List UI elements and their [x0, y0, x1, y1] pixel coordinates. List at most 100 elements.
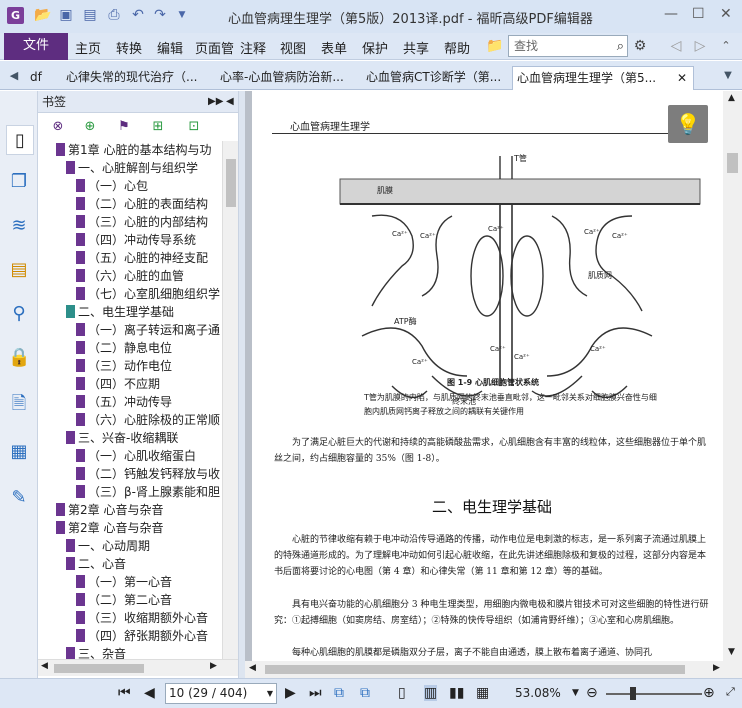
- first-page-icon[interactable]: ⏮: [118, 685, 131, 701]
- scroll-right-icon[interactable]: ▶: [713, 663, 720, 673]
- menu-view[interactable]: 视图: [280, 38, 306, 57]
- scroll-right-icon[interactable]: ▶: [210, 661, 217, 671]
- scroll-up-icon[interactable]: ▲: [728, 93, 735, 103]
- continuous-facing-view-icon[interactable]: ▦: [476, 685, 489, 701]
- menu-protect[interactable]: 保护: [362, 38, 388, 57]
- zoom-dropdown-icon[interactable]: ▼: [572, 688, 579, 698]
- document-vertical-scrollbar[interactable]: ▲ ▼: [723, 91, 742, 661]
- menu-page-manage[interactable]: 页面管: [195, 38, 237, 57]
- search-input[interactable]: 查找 ⌕: [508, 35, 628, 57]
- next-page-icon[interactable]: ▶: [285, 685, 296, 701]
- bookmark-horizontal-scrollbar[interactable]: ◀ ▶: [38, 659, 238, 676]
- bookmark-item[interactable]: （四）不应期: [38, 375, 222, 393]
- bookmark-item[interactable]: （六）心脏的血管: [38, 267, 222, 285]
- bookmark-item[interactable]: 三、杂音: [38, 645, 222, 659]
- settings-gear-icon[interactable]: ⚙: [632, 38, 648, 54]
- open-folder-icon[interactable]: 📂: [34, 7, 51, 23]
- bookmark-item[interactable]: 二、心音: [38, 555, 222, 573]
- bookmark-item[interactable]: 一、心动周期: [38, 537, 222, 555]
- document-properties-icon[interactable]: 🗎: [8, 393, 30, 415]
- security-lock-icon[interactable]: 🔒: [8, 347, 30, 369]
- bookmark-item[interactable]: 第1章 心脏的基本结构与功: [38, 141, 222, 159]
- bookmark-expand-icon[interactable]: ⊡: [186, 119, 202, 135]
- bookmark-item[interactable]: 三、兴奋-收缩耦联: [38, 429, 222, 447]
- customize-dropdown-icon[interactable]: ▼: [174, 7, 190, 23]
- menu-comment[interactable]: 注释: [240, 38, 266, 57]
- tab-document-3[interactable]: 心率-心血管病防治新...: [216, 66, 358, 90]
- menu-edit[interactable]: 编辑: [157, 38, 183, 57]
- scrollbar-thumb[interactable]: [54, 664, 144, 673]
- app-logo-icon[interactable]: G: [7, 7, 24, 24]
- layers-icon[interactable]: ≋: [8, 215, 30, 237]
- zoom-slider-knob[interactable]: [630, 687, 636, 700]
- bookmark-item[interactable]: （六）心脏除极的正常顺: [38, 411, 222, 429]
- file-menu-button[interactable]: 文件: [4, 33, 68, 60]
- redo-icon[interactable]: ↷: [152, 7, 168, 23]
- bookmark-item[interactable]: 第2章 心音与杂音: [38, 501, 222, 519]
- page-dropdown-icon[interactable]: ▼: [267, 684, 273, 703]
- menu-home[interactable]: 主页: [75, 38, 101, 57]
- nav-forward-icon[interactable]: ▷: [692, 38, 708, 54]
- bookmark-item[interactable]: （四）冲动传导系统: [38, 231, 222, 249]
- bookmark-item[interactable]: （二）钙触发钙释放与收: [38, 465, 222, 483]
- bookmark-item[interactable]: （五）冲动传导: [38, 393, 222, 411]
- minimize-button[interactable]: —: [664, 6, 678, 22]
- previous-page-icon[interactable]: ◀: [144, 685, 155, 701]
- bookmark-item[interactable]: 二、电生理学基础: [38, 303, 222, 321]
- previous-view-icon[interactable]: ⧉: [334, 685, 344, 701]
- bookmark-item[interactable]: （一）心包: [38, 177, 222, 195]
- tab-close-icon[interactable]: ✕: [677, 67, 687, 89]
- search-icon[interactable]: ⌕: [617, 37, 624, 57]
- bookmark-item[interactable]: （二）静息电位: [38, 339, 222, 357]
- bookmark-item[interactable]: （五）心脏的神经支配: [38, 249, 222, 267]
- undo-icon[interactable]: ↶: [130, 7, 146, 23]
- bookmark-item[interactable]: （三）收缩期额外心音: [38, 609, 222, 627]
- panel-collapse-icon[interactable]: ◀: [226, 91, 234, 113]
- print-icon[interactable]: ⎙: [106, 7, 122, 23]
- new-child-bookmark-icon[interactable]: ⊞: [150, 119, 166, 135]
- next-view-icon[interactable]: ⧉: [360, 685, 370, 701]
- tools-icon[interactable]: ✎: [8, 487, 30, 509]
- bookmark-item[interactable]: 一、心脏解剖与组织学: [38, 159, 222, 177]
- maximize-button[interactable]: ☐: [692, 6, 705, 22]
- fullscreen-icon[interactable]: ⤢: [726, 685, 735, 699]
- bookmark-item[interactable]: （一）心肌收缩蛋白: [38, 447, 222, 465]
- zoom-out-icon[interactable]: ⊖: [586, 685, 598, 701]
- bookmark-vertical-scrollbar[interactable]: [222, 141, 238, 659]
- scroll-left-icon[interactable]: ◀: [249, 663, 256, 673]
- scroll-left-icon[interactable]: ◀: [41, 661, 48, 671]
- nav-back-icon[interactable]: ◁: [668, 38, 684, 54]
- zoom-slider[interactable]: [606, 693, 702, 695]
- page-thumbnails-icon[interactable]: ❐: [8, 171, 30, 193]
- tab-document-active[interactable]: 心血管病理生理学（第5... ✕: [512, 66, 694, 90]
- menu-share[interactable]: 共享: [403, 38, 429, 57]
- menu-form[interactable]: 表单: [321, 38, 347, 57]
- bookmark-item[interactable]: （三）动作电位: [38, 357, 222, 375]
- scrollbar-thumb[interactable]: [265, 665, 685, 674]
- find-folder-icon[interactable]: 📁: [486, 38, 503, 54]
- bookmark-item[interactable]: （三）β-肾上腺素能和胆: [38, 483, 222, 501]
- tab-list-dropdown-icon[interactable]: ▼: [720, 68, 736, 84]
- single-page-view-icon[interactable]: ▯: [398, 685, 406, 701]
- zoom-in-icon[interactable]: ⊕: [703, 685, 715, 701]
- pdf-page[interactable]: 心血管病理生理学 💡 T管 肌膜 Ca²⁺ Ca²⁺ Ca²⁺ Ca²⁺ Ca²…: [252, 91, 723, 661]
- attachments-icon[interactable]: ⚲: [8, 303, 30, 325]
- scroll-down-icon[interactable]: ▼: [728, 647, 735, 657]
- scrollbar-thumb[interactable]: [226, 159, 236, 207]
- menu-help[interactable]: 帮助: [444, 38, 470, 57]
- add-bookmark-icon[interactable]: ⊕: [82, 119, 98, 135]
- tab-document-4[interactable]: 心血管病CT诊断学（第...: [362, 66, 508, 90]
- delete-bookmark-icon[interactable]: ⊗: [50, 119, 66, 135]
- bookmark-item[interactable]: （七）心室肌细胞组织学: [38, 285, 222, 303]
- bookmark-item[interactable]: （一）离子转运和离子通: [38, 321, 222, 339]
- tab-document-1[interactable]: df: [26, 66, 56, 90]
- save-as-icon[interactable]: ▤: [82, 7, 98, 23]
- save-icon[interactable]: ▣: [58, 7, 74, 23]
- facing-view-icon[interactable]: ▮▮: [449, 685, 464, 701]
- continuous-view-icon[interactable]: ▥: [424, 685, 438, 701]
- tab-document-2[interactable]: 心律失常的现代治疗（...: [62, 66, 212, 90]
- bookmark-item[interactable]: （二）心脏的表面结构: [38, 195, 222, 213]
- zoom-level[interactable]: 53.08%: [515, 686, 561, 700]
- panel-splitter[interactable]: [238, 91, 245, 678]
- bookmark-goto-icon[interactable]: ⚑: [116, 119, 132, 135]
